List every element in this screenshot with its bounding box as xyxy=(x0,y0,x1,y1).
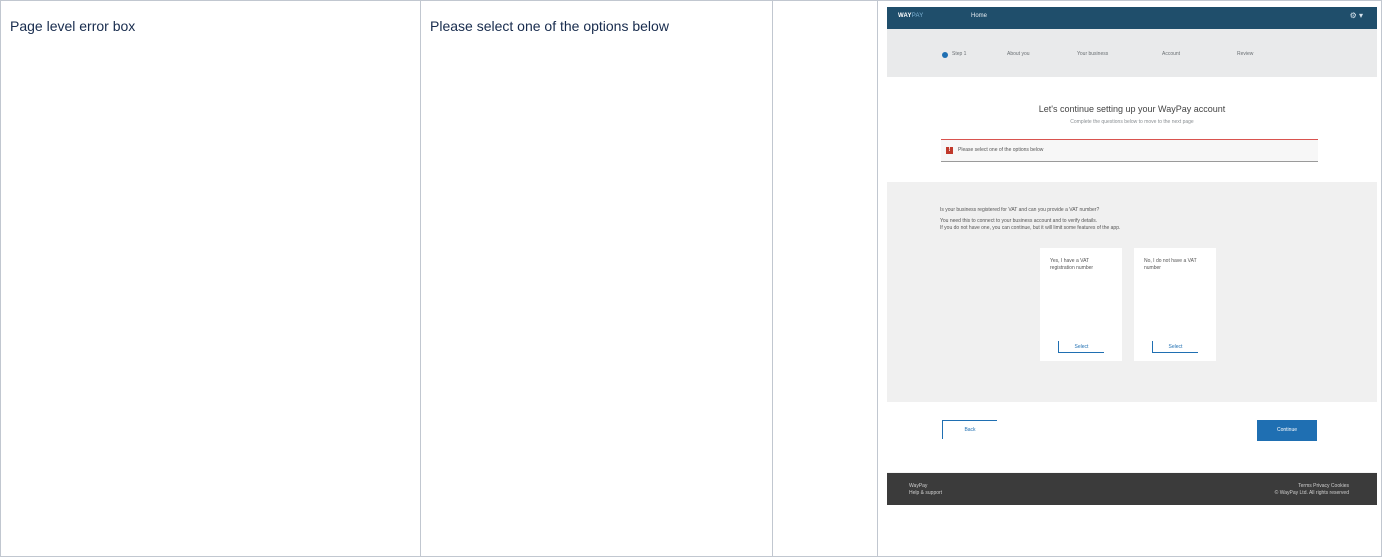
mock-header-panel xyxy=(887,77,1377,182)
mock-question-line-1: Is your business registered for VAT and … xyxy=(940,207,1100,213)
mock-continue-button[interactable]: Continue xyxy=(1257,420,1317,441)
mock-footer-brand: WayPay xyxy=(909,483,928,489)
mock-option-card-yes-button[interactable]: Select xyxy=(1058,341,1104,353)
mock-question-line-2: You need this to connect to your busines… xyxy=(940,218,1098,224)
mock-topbar: WAYPAY Home ⚙ ▾ xyxy=(887,7,1377,29)
mock-logo-accent: PAY xyxy=(911,13,924,19)
cell-label-text: Page level error box xyxy=(10,18,136,34)
mock-nav-home[interactable]: Home xyxy=(971,13,987,19)
table-cell-screenshot: WAYPAY Home ⚙ ▾ Step 1 About you Your bu… xyxy=(877,0,1382,557)
mock-footer-right: Terms Privacy Cookies © WayPay Ltd. All … xyxy=(1275,483,1349,497)
mock-step-active-icon xyxy=(942,52,948,58)
mock-step-1: Step 1 xyxy=(952,51,967,57)
mock-footer: WayPay Help & support Terms Privacy Cook… xyxy=(887,473,1377,505)
mock-footer-help-link[interactable]: Help & support xyxy=(909,490,942,497)
mock-logo: WAYPAY xyxy=(898,13,923,19)
mock-option-card-no-button[interactable]: Select xyxy=(1152,341,1198,353)
mock-option-card-yes-text: Yes, I have a VAT registration number xyxy=(1050,258,1094,271)
mock-option-card-no[interactable]: No, I do not have a VAT number Select xyxy=(1134,248,1216,361)
mock-step-2: About you xyxy=(1007,51,1030,57)
mock-step-4: Account xyxy=(1162,51,1181,57)
mock-logo-main: WAY xyxy=(898,13,912,19)
content-table: Page level error box Please select one o… xyxy=(0,0,1383,557)
table-cell-message: Please select one of the options below xyxy=(420,0,772,557)
mock-footer-left: WayPay Help & support xyxy=(909,483,942,497)
mock-question-line-3: If you do not have one, you can continue… xyxy=(940,225,1121,231)
mock-question-section xyxy=(887,182,1377,402)
mock-step-5: Review xyxy=(1237,51,1254,57)
error-page-mockup: WAYPAY Home ⚙ ▾ Step 1 About you Your bu… xyxy=(887,7,1377,505)
table-cell-label: Page level error box xyxy=(0,0,420,557)
error-icon: ! xyxy=(946,147,953,154)
mock-footer-links[interactable]: Terms Privacy Cookies xyxy=(1275,483,1349,490)
mock-user-menu-icon[interactable]: ⚙ ▾ xyxy=(1350,11,1363,20)
table-cell-empty xyxy=(772,0,877,557)
mock-back-button[interactable]: Back xyxy=(942,420,997,439)
mock-page-title: Let's continue setting up your WayPay ac… xyxy=(1038,104,1226,114)
mock-step-3: Your business xyxy=(1077,51,1109,57)
mock-footer-copyright: © WayPay Ltd. All rights reserved xyxy=(1274,490,1349,496)
mock-page-subtitle: Complete the questions below to move to … xyxy=(1070,119,1194,125)
mock-error-text: Please select one of the options below xyxy=(958,147,1044,153)
mock-progress-steps: Step 1 About you Your business Account R… xyxy=(887,29,1377,77)
mock-option-card-yes[interactable]: Yes, I have a VAT registration number Se… xyxy=(1040,248,1122,361)
cell-message-text: Please select one of the options below xyxy=(430,18,669,34)
mock-option-card-no-text: No, I do not have a VAT number xyxy=(1144,258,1197,271)
mock-error-box: ! Please select one of the options below xyxy=(941,140,1318,162)
